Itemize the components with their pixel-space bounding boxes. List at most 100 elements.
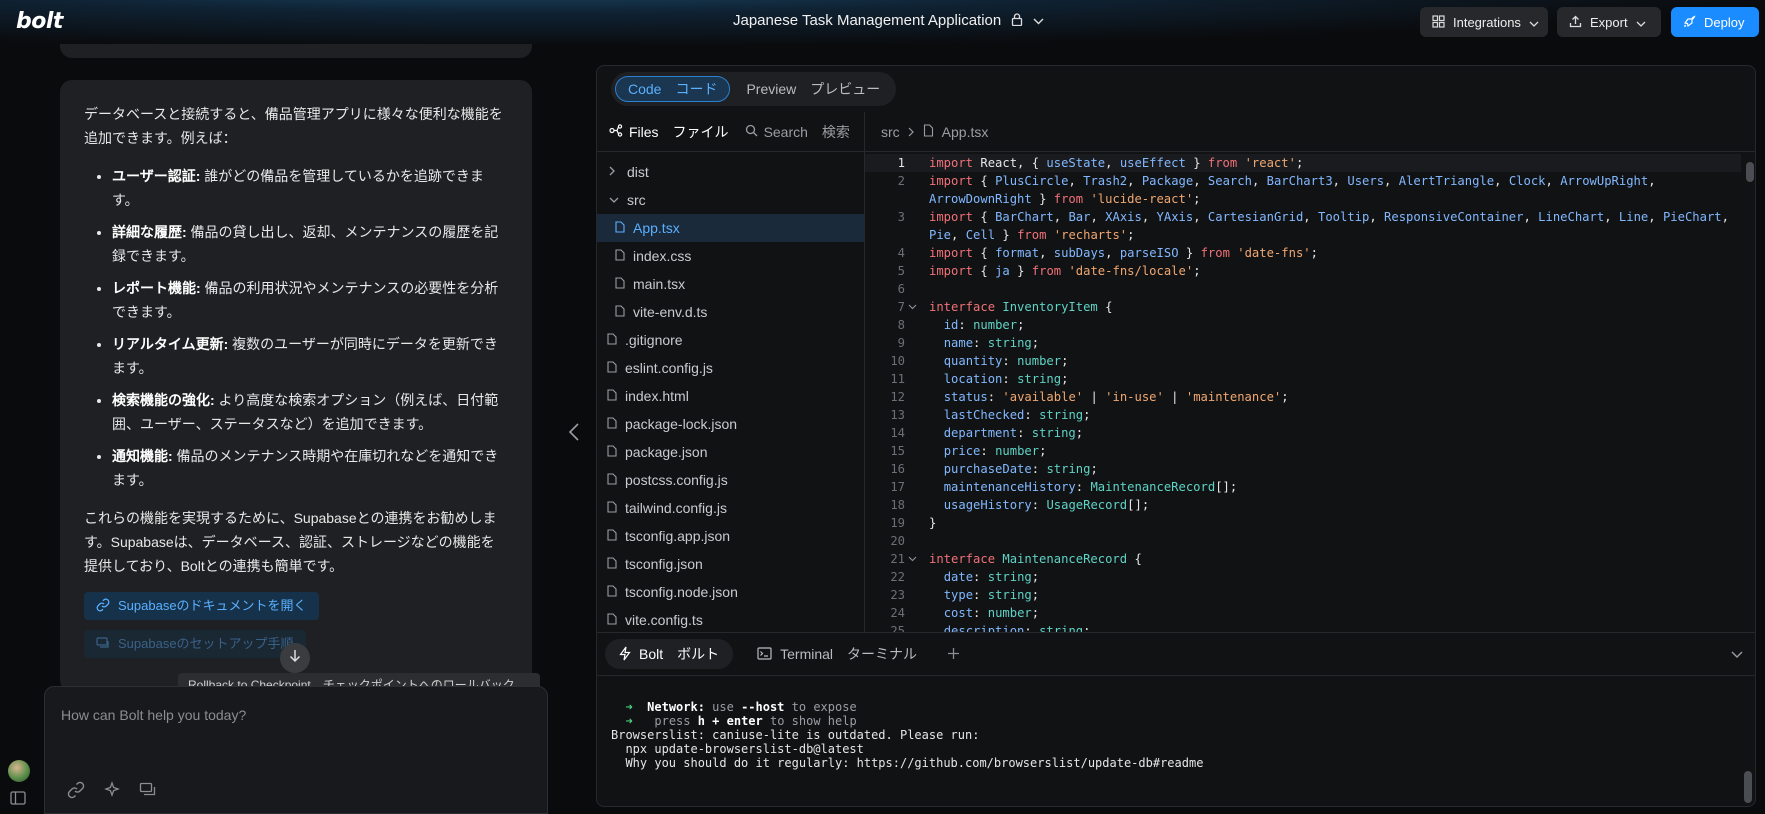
code-editor: src App.tsx 1 import React, { useState, u… — [865, 112, 1755, 632]
code-line[interactable]: 18 usageHistory: UsageRecord[]; — [865, 496, 1741, 514]
chevron-down-icon — [1636, 16, 1646, 29]
code-token: type — [943, 588, 974, 602]
editor-scrollbar[interactable] — [1746, 162, 1754, 182]
prompt-input[interactable]: How can Bolt help you today? — [61, 707, 246, 723]
tree-file[interactable]: eslint.config.js — [597, 354, 864, 382]
tree-file[interactable]: vite-env.d.ts — [597, 298, 864, 326]
code-line[interactable]: 12 status: 'available' | 'in-use' | 'mai… — [865, 388, 1741, 406]
bolt-logo[interactable]: bolt — [16, 9, 63, 34]
tree-file[interactable]: tsconfig.app.json — [597, 522, 864, 550]
code-text: maintenanceHistory: MaintenanceRecord[]; — [919, 478, 1238, 496]
sidebar-toggle-icon[interactable] — [10, 791, 26, 808]
tree-file[interactable]: vite.config.ts — [597, 606, 864, 634]
tree-file[interactable]: main.tsx — [597, 270, 864, 298]
code-line[interactable]: 6 — [865, 280, 1741, 298]
code-line[interactable]: ArrowDownRight } from 'lucide-react'; — [865, 190, 1741, 208]
code-line[interactable]: 24 cost: number; — [865, 604, 1741, 622]
file-icon — [607, 416, 617, 432]
code-token: UsageRecord — [1046, 498, 1128, 512]
code-line[interactable]: 22 date: string; — [865, 568, 1741, 586]
tab-code[interactable]: Code コード — [615, 76, 731, 102]
code-line[interactable]: 21 interface MaintenanceRecord { — [865, 550, 1741, 568]
fold-chevron-icon[interactable] — [905, 298, 919, 316]
deploy-button[interactable]: Deploy — [1671, 7, 1759, 37]
code-line[interactable]: 3 import { BarChart, Bar, XAxis, YAxis, C… — [865, 208, 1741, 226]
tree-folder[interactable]: dist — [597, 158, 864, 186]
code-line[interactable]: 10 quantity: number; — [865, 352, 1741, 370]
code-line[interactable]: 14 department: string; — [865, 424, 1741, 442]
code-line[interactable]: 2 import { PlusCircle, Trash2, Package, S… — [865, 172, 1741, 190]
tree-file[interactable]: index.html — [597, 382, 864, 410]
code-text: import { format, subDays, parseISO } fro… — [919, 244, 1318, 262]
chevron-down-icon[interactable] — [1731, 645, 1743, 661]
integrations-button[interactable]: Integrations — [1420, 7, 1548, 37]
code-line[interactable]: 8 id: number; — [865, 316, 1741, 334]
tab-terminal[interactable]: Terminal ターミナル — [743, 639, 931, 669]
export-button[interactable]: Export — [1557, 7, 1661, 37]
code-token: string — [1046, 462, 1091, 476]
supabase-docs-button[interactable]: Supabaseのドキュメントを開く — [84, 592, 319, 620]
scroll-to-bottom-button[interactable] — [280, 643, 310, 673]
fold-chevron-icon[interactable] — [905, 550, 919, 568]
tree-folder[interactable]: src — [597, 186, 864, 214]
code-area[interactable]: 1 import React, { useState, useEffect } f… — [865, 154, 1741, 632]
code-token: string — [1039, 408, 1084, 422]
file-icon — [607, 444, 617, 460]
code-line[interactable]: 9 name: string; — [865, 334, 1741, 352]
user-avatar[interactable] — [8, 760, 30, 782]
tab-files[interactable]: Files ファイル — [609, 122, 729, 142]
collapse-panel-icon[interactable] — [568, 422, 580, 448]
tree-file[interactable]: tsconfig.node.json — [597, 578, 864, 606]
breadcrumb-folder[interactable]: src — [881, 124, 900, 140]
tab-preview[interactable]: Preview プレビュー — [734, 76, 892, 102]
code-token: : — [1017, 426, 1032, 440]
file-icon — [607, 528, 617, 544]
code-line[interactable]: 4 import { format, subDays, parseISO } fr… — [865, 244, 1741, 262]
tree-file[interactable]: package.json — [597, 438, 864, 466]
tree-file[interactable]: tsconfig.json — [597, 550, 864, 578]
enhance-prompt-icon[interactable] — [103, 781, 121, 804]
code-text: Pie, Cell } from 'recharts'; — [919, 226, 1134, 244]
terminal-scrollbar[interactable] — [1744, 771, 1752, 803]
code-line[interactable]: 17 maintenanceHistory: MaintenanceRecord… — [865, 478, 1741, 496]
code-line[interactable]: 16 purchaseDate: string; — [865, 460, 1741, 478]
breadcrumb-file[interactable]: App.tsx — [942, 124, 989, 140]
tree-file[interactable]: .gitignore — [597, 326, 864, 354]
tab-search[interactable]: Search 検索 — [745, 122, 850, 142]
terminal-tabbar: Bolt ボルト Terminal ターミナル — [597, 632, 1755, 676]
code-token: : — [1002, 372, 1018, 386]
tree-item-label: .gitignore — [625, 332, 683, 348]
code-line[interactable]: 23 type: string; — [865, 586, 1741, 604]
code-text: description: string; — [919, 622, 1091, 632]
tree-file[interactable]: index.css — [597, 242, 864, 270]
code-line[interactable]: 25 description: string; — [865, 622, 1741, 632]
code-line[interactable]: 11 location: string; — [865, 370, 1741, 388]
file-icon — [615, 248, 625, 264]
tree-file[interactable]: postcss.config.js — [597, 466, 864, 494]
tab-bolt-terminal[interactable]: Bolt ボルト — [605, 639, 734, 669]
project-title-button[interactable]: Japanese Task Management Application — [733, 12, 1044, 29]
prompt-box[interactable]: How can Bolt help you today? — [44, 686, 548, 814]
terminal-icon — [757, 646, 772, 662]
code-line[interactable]: 5 import { ja } from 'date-fns/locale'; — [865, 262, 1741, 280]
code-line[interactable]: 1 import React, { useState, useEffect } f… — [865, 154, 1741, 172]
code-token: : — [987, 390, 1003, 404]
terminal-output[interactable]: ➜ Network: use --host to expose ➜ press … — [611, 700, 1203, 770]
tree-file[interactable]: tailwind.config.js — [597, 494, 864, 522]
code-line[interactable]: 20 — [865, 532, 1741, 550]
code-line[interactable]: 13 lastChecked: string; — [865, 406, 1741, 424]
code-line[interactable]: 15 price: number; — [865, 442, 1741, 460]
add-terminal-icon[interactable] — [947, 644, 960, 665]
discussion-icon[interactable] — [139, 781, 157, 804]
tree-file[interactable]: App.tsx — [597, 214, 864, 242]
supabase-setup-button[interactable]: Supabaseのセットアップ手順 — [84, 630, 306, 658]
code-token: Tooltip — [1317, 210, 1370, 224]
attach-link-icon[interactable] — [67, 781, 85, 804]
code-line[interactable]: Pie, Cell } from 'recharts'; — [865, 226, 1741, 244]
code-line[interactable]: 7 interface InventoryItem { — [865, 298, 1741, 316]
code-line[interactable]: 19} — [865, 514, 1741, 532]
tree-file[interactable]: package-lock.json — [597, 410, 864, 438]
